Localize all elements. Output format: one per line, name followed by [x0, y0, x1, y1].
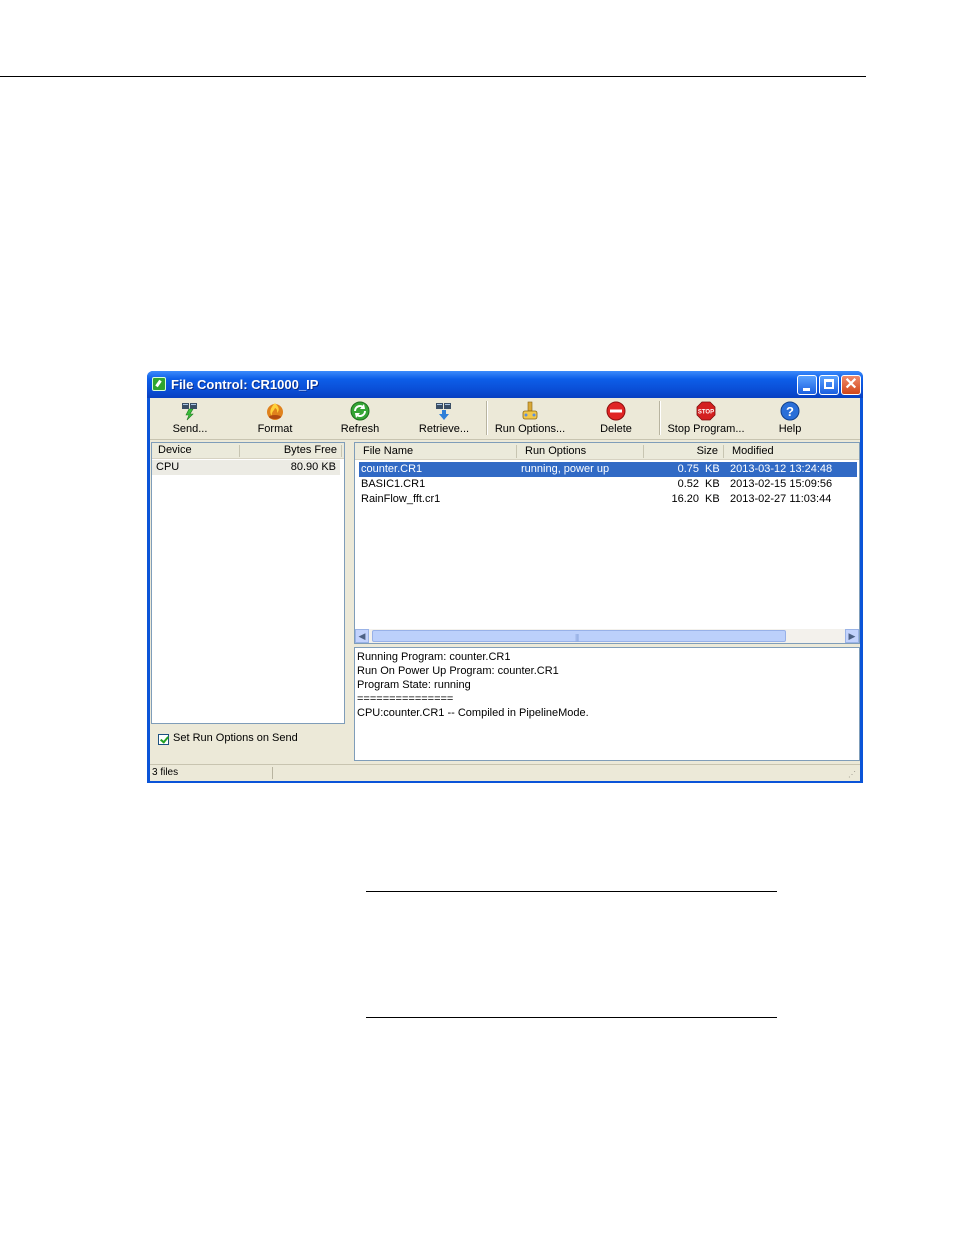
log-line: CPU:counter.CR1 -- Compiled in PipelineM… — [357, 707, 589, 719]
file-name-cell: counter.CR1 — [361, 463, 423, 475]
device-list[interactable]: Device Bytes Free CPU 80.90 KB — [151, 442, 345, 724]
size-cell: 16.20 — [671, 493, 699, 505]
status-text: 3 files — [152, 767, 273, 779]
run-options-column-header[interactable]: Run Options — [517, 443, 644, 460]
retrieve-button[interactable]: Retrieve... — [412, 398, 476, 438]
modified-cell: 2013-03-12 13:24:48 — [730, 463, 833, 475]
file-list[interactable]: File Name Run Options Size Modified coun… — [354, 442, 860, 644]
device-header-label: Device — [158, 444, 192, 456]
device-column-header[interactable]: Device — [152, 443, 240, 459]
modified-header-label: Modified — [732, 445, 774, 457]
scroll-grip-icon: ||| — [575, 633, 579, 642]
refresh-label: Refresh — [340, 423, 380, 435]
device-name: CPU — [156, 461, 180, 473]
pane-splitter[interactable] — [347, 442, 351, 762]
app-icon — [152, 377, 166, 391]
status-bar: 3 files ⋰ — [150, 764, 860, 781]
run-options-cell: running, power up — [521, 463, 610, 475]
send-icon — [182, 403, 197, 421]
maximize-button[interactable] — [819, 375, 839, 395]
log-line: =============== — [357, 693, 454, 705]
help-icon: ? — [780, 401, 800, 421]
horizontal-scrollbar[interactable]: ◀ ||| ▶ — [355, 629, 859, 643]
toolbar-separator — [486, 401, 488, 435]
size-cell: 0.75 — [677, 463, 699, 475]
divider-rule — [366, 891, 777, 892]
retrieve-icon — [436, 403, 451, 420]
file-control-window: File Control: CR1000_IP ✕ Send... Format — [147, 371, 863, 783]
format-icon — [267, 403, 283, 420]
divider-rule — [366, 1017, 777, 1018]
file-name-cell: BASIC1.CR1 — [361, 478, 426, 490]
bytes-free-column-header[interactable]: Bytes Free — [240, 443, 344, 459]
size-unit-cell: KB — [705, 478, 720, 490]
help-label: Help — [778, 423, 802, 435]
run-options-header-label: Run Options — [525, 445, 587, 457]
scroll-thumb[interactable]: ||| — [372, 630, 786, 642]
stop-icon: STOP — [696, 401, 716, 421]
scroll-left-button[interactable]: ◀ — [355, 629, 369, 643]
refresh-button[interactable]: Refresh — [330, 398, 390, 438]
run-options-button[interactable]: Run Options... — [492, 398, 568, 438]
file-name-header-label: File Name — [363, 445, 414, 457]
table-row[interactable]: RainFlow_fft.cr1 16.20 KB 2013-02-27 11:… — [359, 492, 857, 507]
log-line: Run On Power Up Program: counter.CR1 — [357, 665, 559, 677]
top-rule — [0, 76, 866, 77]
log-line: Running Program: counter.CR1 — [357, 651, 511, 663]
run-options-panel: Set Run Options on Send — [151, 725, 345, 761]
minimize-icon — [803, 388, 810, 391]
close-button[interactable]: ✕ — [841, 375, 861, 395]
run-options-icon — [522, 401, 538, 420]
send-label: Send... — [172, 423, 208, 435]
retrieve-label: Retrieve... — [418, 423, 470, 435]
bytes-free-value: 80.90 KB — [290, 461, 336, 473]
delete-button[interactable]: Delete — [586, 398, 646, 438]
file-name-cell: RainFlow_fft.cr1 — [361, 493, 441, 505]
minimize-button[interactable] — [797, 375, 817, 395]
toolbar-separator — [659, 401, 661, 435]
size-cell: 0.52 — [677, 478, 699, 490]
table-row[interactable]: counter.CR1 running, power up 0.75 KB 20… — [359, 462, 857, 477]
send-button[interactable]: Send... — [160, 398, 220, 438]
svg-text:?: ? — [786, 404, 794, 419]
window-title: File Control: CR1000_IP — [171, 377, 319, 392]
run-options-label: Run Options... — [494, 423, 566, 435]
list-item[interactable]: CPU 80.90 KB — [152, 460, 340, 475]
refresh-icon — [350, 401, 370, 421]
set-run-options-checkbox[interactable] — [158, 734, 169, 745]
stop-program-label: Stop Program... — [667, 423, 745, 435]
stop-program-button[interactable]: STOP Stop Program... — [665, 398, 747, 438]
resize-grip-icon[interactable]: ⋰ — [848, 770, 858, 780]
modified-cell: 2013-02-27 11:03:44 — [730, 493, 832, 505]
set-run-options-label: Set Run Options on Send — [173, 732, 298, 744]
modified-column-header[interactable]: Modified — [724, 443, 859, 460]
size-column-header[interactable]: Size — [644, 443, 724, 460]
size-unit-cell: KB — [705, 493, 720, 505]
delete-icon — [606, 401, 626, 421]
client-area: Send... Format Refresh Retrieve... Run O… — [150, 398, 860, 781]
size-unit-cell: KB — [705, 463, 720, 475]
toolbar: Send... Format Refresh Retrieve... Run O… — [150, 398, 860, 440]
program-status-log[interactable]: Running Program: counter.CR1 Run On Powe… — [354, 647, 860, 761]
help-button[interactable]: ? Help — [762, 398, 818, 438]
title-bar[interactable]: File Control: CR1000_IP ✕ — [147, 371, 863, 398]
svg-text:STOP: STOP — [698, 410, 714, 416]
modified-cell: 2013-02-15 15:09:56 — [730, 478, 833, 490]
table-row[interactable]: BASIC1.CR1 0.52 KB 2013-02-15 15:09:56 — [359, 477, 857, 492]
file-name-column-header[interactable]: File Name — [355, 443, 517, 460]
column-separator — [341, 445, 342, 457]
log-line: Program State: running — [357, 679, 471, 691]
size-header-label: Size — [696, 445, 718, 457]
delete-label: Delete — [600, 423, 632, 435]
bytes-free-header-label: Bytes Free — [283, 444, 337, 456]
close-icon: ✕ — [844, 376, 858, 393]
scroll-right-button[interactable]: ▶ — [845, 629, 859, 643]
format-button[interactable]: Format — [245, 398, 305, 438]
maximize-icon — [824, 379, 834, 389]
format-label: Format — [257, 423, 293, 435]
